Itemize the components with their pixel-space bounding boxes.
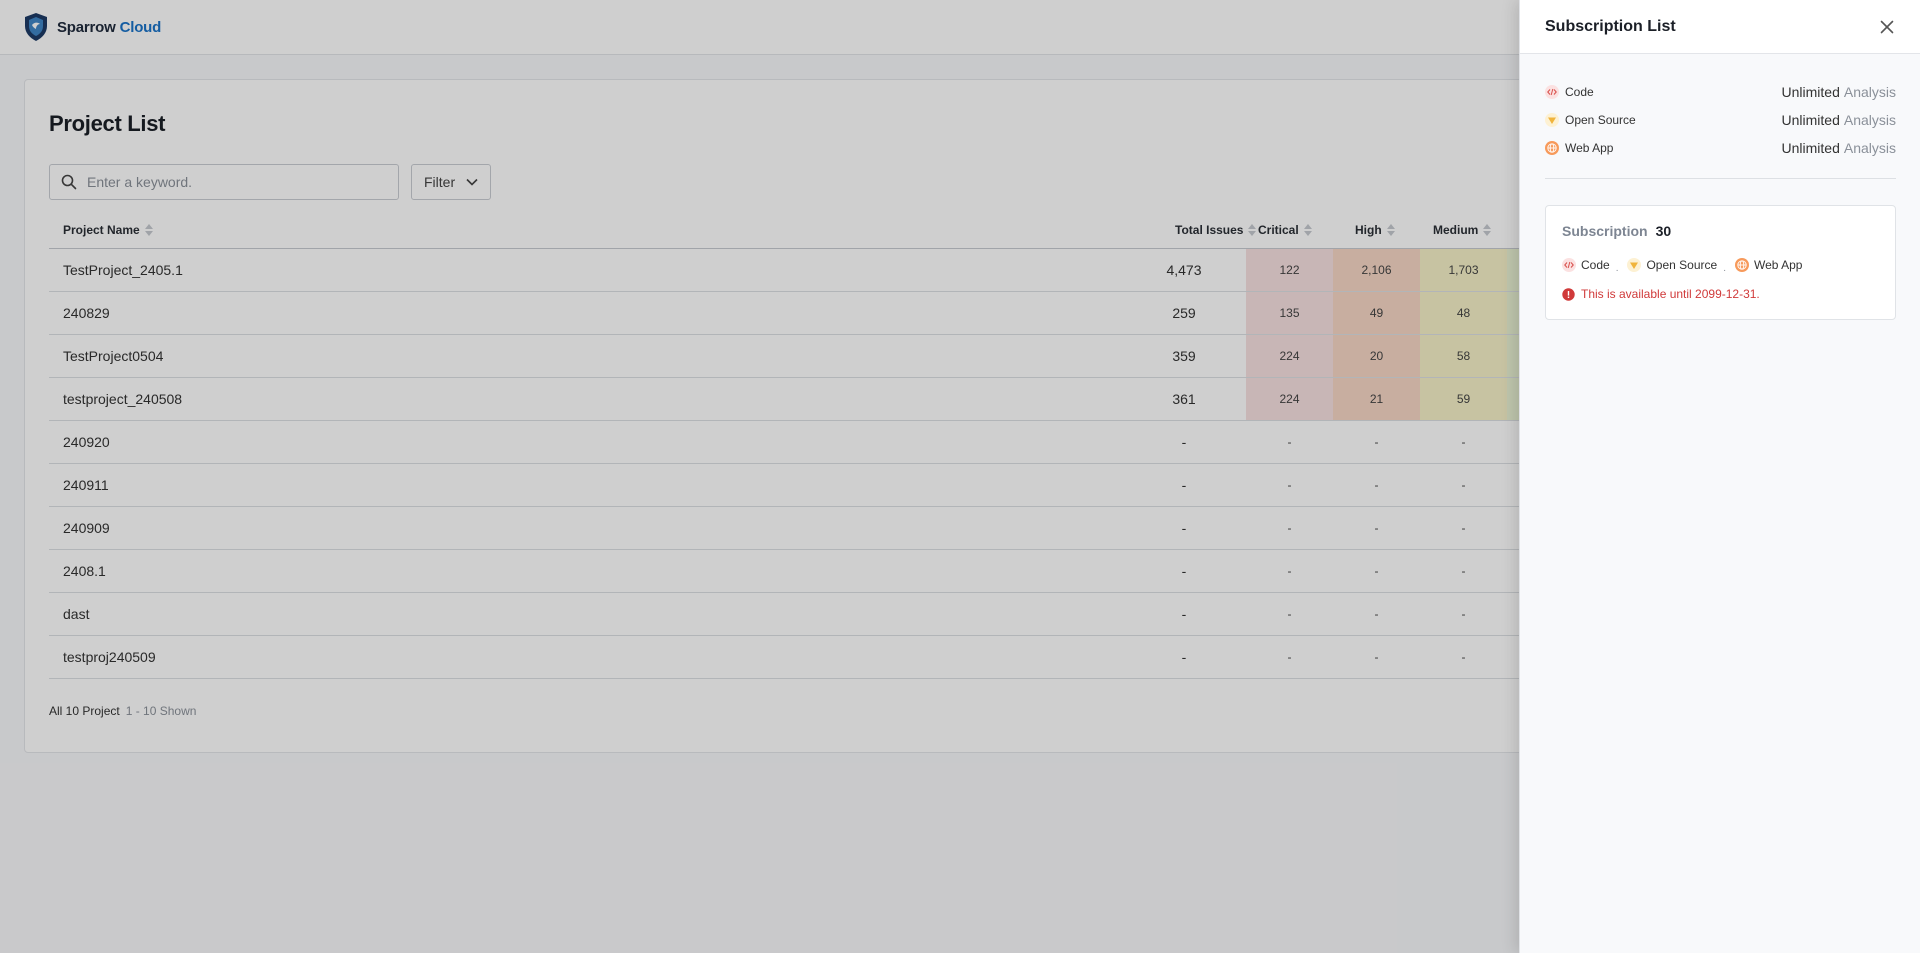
subscription-type-label: Code (1581, 258, 1610, 272)
subscription-item-value: Unlimited Analysis (1782, 140, 1897, 156)
subscription-unit: Analysis (1843, 84, 1896, 100)
separator-dot: . (1723, 262, 1726, 274)
subscription-types: Code. Open Source. Web App (1562, 258, 1803, 274)
divider (1545, 178, 1896, 179)
drawer-header: Subscription List (1520, 0, 1920, 54)
subscription-type: Open Source (1627, 258, 1717, 272)
subscription-type: Web App (1734, 258, 1803, 272)
subscription-item-left: Code (1545, 85, 1594, 99)
subscription-type-label: Open Source (1646, 258, 1718, 272)
subscription-header: Subscription 30 (1562, 223, 1671, 239)
subscription-item-label: Web App (1565, 141, 1614, 155)
subscription-unit: Analysis (1843, 140, 1896, 156)
subscription-limit: Unlimited (1781, 84, 1840, 100)
subscription-limit: Unlimited (1781, 140, 1840, 156)
subscription-item-left: Open Source (1545, 113, 1636, 127)
subscription-item: Web App Unlimited Analysis (1545, 134, 1896, 162)
separator-dot: . (1615, 262, 1619, 274)
subscription-item: Open Source Unlimited Analysis (1545, 106, 1896, 134)
web-app-icon (1545, 141, 1559, 155)
subscription-unit: Analysis (1843, 112, 1896, 128)
subscription-count: 30 (1655, 223, 1672, 239)
drawer-title: Subscription List (1545, 18, 1676, 35)
expiry-text: This is available until 2099-12-31. (1581, 287, 1760, 301)
subscription-drawer: Subscription List Code Unlimited Analysis O… (1519, 0, 1920, 953)
code-icon (1562, 258, 1576, 272)
alert-icon (1562, 287, 1575, 301)
open-source-icon (1545, 113, 1559, 127)
close-button[interactable] (1877, 17, 1897, 37)
expiry-notice: This is available until 2099-12-31. (1562, 287, 1760, 301)
open-source-icon (1627, 258, 1642, 272)
subscription-item-value: Unlimited Analysis (1782, 84, 1897, 100)
subscription-type: Code (1562, 258, 1610, 272)
web-app-icon (1734, 258, 1749, 272)
subscription-item-label: Open Source (1565, 113, 1636, 127)
code-icon (1545, 85, 1559, 99)
subscription-item-value: Unlimited Analysis (1782, 112, 1897, 128)
subscription-item: Code Unlimited Analysis (1545, 78, 1896, 106)
subscription-item-label: Code (1565, 85, 1594, 99)
close-icon (1880, 20, 1894, 34)
subscription-label: Subscription (1562, 223, 1648, 239)
subscription-box: Subscription 30 Code. Open Source. Web App… (1545, 205, 1896, 320)
subscription-limit: Unlimited (1781, 112, 1840, 128)
subscription-item-left: Web App (1545, 141, 1613, 155)
subscription-list: Code Unlimited Analysis Open Source Unlimite… (1545, 78, 1896, 162)
subscription-type-label: Web App (1753, 258, 1803, 272)
